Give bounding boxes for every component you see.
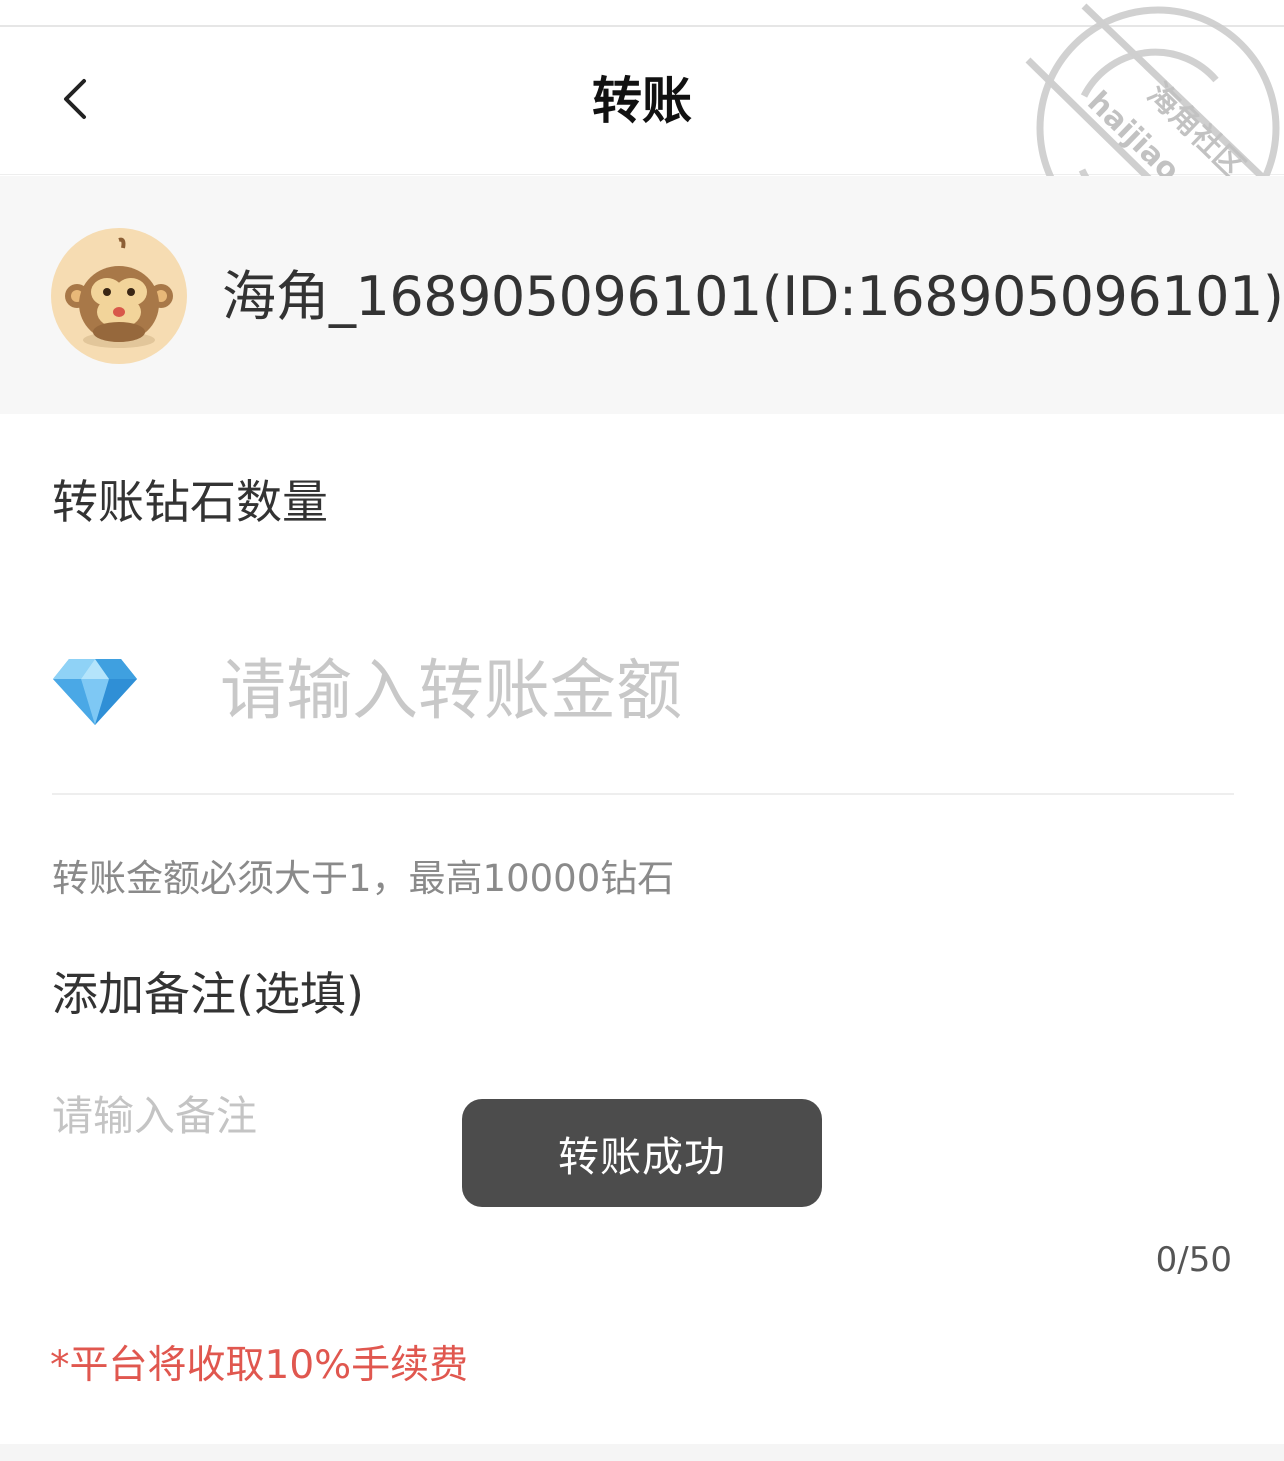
amount-label: 转账钻石数量 [52,475,328,529]
recipient-name: 海角_168905096101(ID:168905096101) [222,265,1284,328]
fee-notice: *平台将收取10%手续费 [50,1343,469,1388]
diamond-icon [53,659,137,725]
toast-text: 转账成功 [558,1133,726,1181]
avatar [51,228,187,364]
monkey-avatar-icon [65,237,173,348]
amount-divider [52,793,1234,795]
header-bar: 转账 [0,27,1284,175]
note-label: 添加备注(选填) [52,967,364,1021]
note-char-count: 0/50 [1155,1240,1232,1280]
transfer-page: 转账 海角社区 haijiao.com 海角_168905096101(ID:1… [0,0,1284,1461]
bottom-band [0,1444,1284,1461]
page-title: 转账 [592,72,692,130]
amount-hint: 转账金额必须大于1，最高10000钻石 [52,857,675,900]
amount-input[interactable] [220,640,1230,740]
success-toast: 转账成功 [462,1099,822,1207]
recipient-card: 海角_168905096101(ID:168905096101) [0,176,1284,414]
